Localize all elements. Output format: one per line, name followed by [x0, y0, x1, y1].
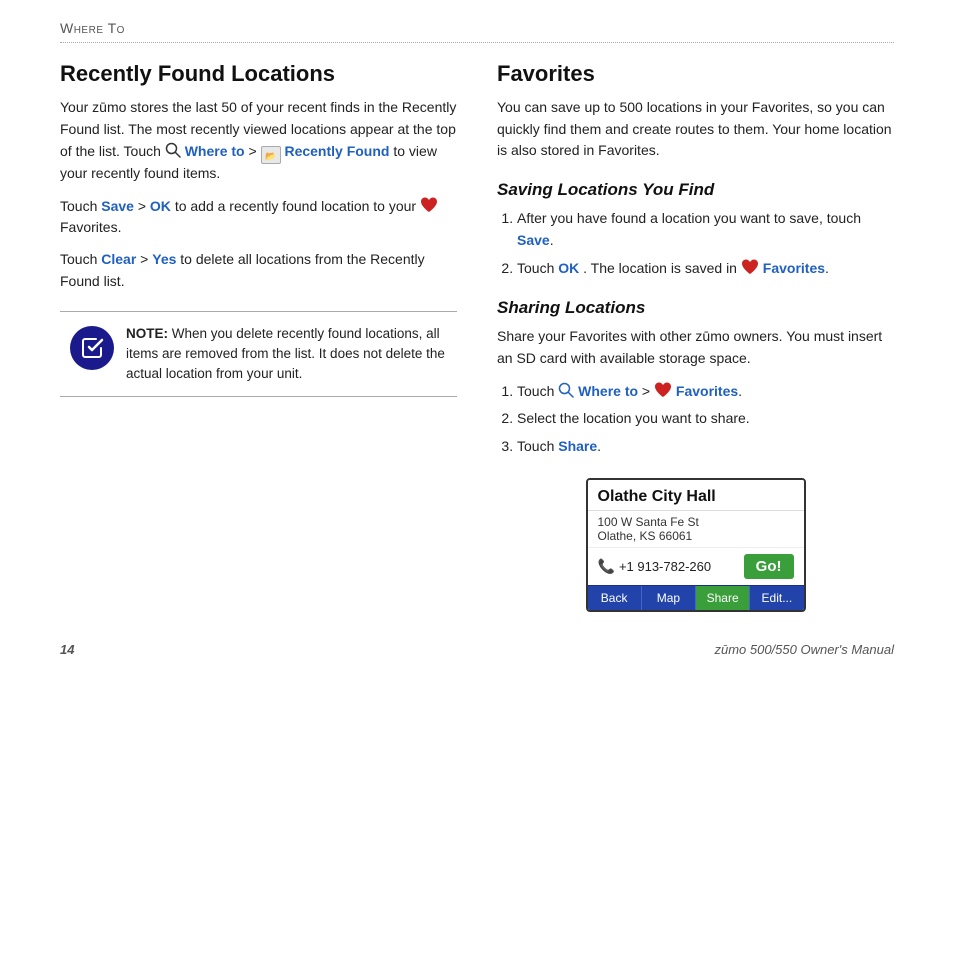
device-phone: 📞 +1 913-782-260 [598, 558, 712, 575]
left-column: Recently Found Locations Your zūmo store… [60, 61, 457, 612]
sharing-para: Share your Favorites with other zūmo own… [497, 326, 894, 369]
clear-link[interactable]: Clear [101, 251, 136, 267]
page-header: Where To [60, 20, 894, 43]
footer-manual-name: zūmo 500/550 Owner's Manual [714, 642, 894, 657]
sharing-step-3: Touch Share. [517, 436, 894, 458]
share-link[interactable]: Share [558, 438, 597, 454]
recently-found-title: Recently Found Locations [60, 61, 457, 87]
saving-step-2: Touch OK . The location is saved in Favo… [517, 257, 894, 280]
page: Where To Recently Found Locations Your z… [0, 0, 954, 954]
page-footer: 14 zūmo 500/550 Owner's Manual [60, 642, 894, 657]
header-label: Where To [60, 20, 125, 36]
sharing-step-2: Select the location you want to share. [517, 408, 894, 430]
device-address-line2: Olathe, KS 66061 [598, 529, 794, 543]
save-link-2[interactable]: Save [517, 232, 550, 248]
sharing-list: Touch Where to > F [497, 380, 894, 458]
device-title-bar: Olathe City Hall [588, 480, 804, 511]
favorites-para: You can save up to 500 locations in your… [497, 97, 894, 162]
two-column-layout: Recently Found Locations Your zūmo store… [60, 61, 894, 612]
recently-found-link[interactable]: Recently Found [284, 143, 389, 159]
device-share-button[interactable]: Share [696, 586, 750, 610]
device-address: 100 W Santa Fe St Olathe, KS 66061 [588, 511, 804, 547]
heart-icon-3 [654, 382, 672, 398]
note-text: NOTE: When you delete recently found loc… [126, 324, 445, 385]
magnifier-icon [165, 142, 181, 158]
ok-link-2[interactable]: OK [558, 260, 579, 276]
saving-step-1: After you have found a location you want… [517, 208, 894, 251]
magnifier-icon-2 [558, 382, 574, 398]
device-phone-row: 📞 +1 913-782-260 Go! [588, 547, 804, 585]
ok-link-1[interactable]: OK [150, 198, 171, 214]
where-to-link-2[interactable]: Where to [578, 383, 638, 399]
device-back-button[interactable]: Back [588, 586, 642, 610]
paragraph-1: Your zūmo stores the last 50 of your rec… [60, 97, 457, 185]
device-screenshot: Olathe City Hall 100 W Santa Fe St Olath… [586, 478, 806, 612]
paragraph-2: Touch Save > OK to add a recently found … [60, 195, 457, 239]
favorites-link[interactable]: Favorites [763, 260, 825, 276]
recently-found-icon: 📂 [261, 146, 281, 164]
device-address-line1: 100 W Santa Fe St [598, 515, 794, 529]
device-city-name: Olathe City Hall [598, 488, 794, 506]
device-map-button[interactable]: Map [642, 586, 696, 610]
go-button[interactable]: Go! [744, 554, 794, 579]
note-label: NOTE: [126, 326, 168, 341]
save-link-1[interactable]: Save [101, 198, 134, 214]
footer-page-number: 14 [60, 642, 74, 657]
note-icon [70, 326, 114, 370]
device-nav-bar: Back Map Share Edit... [588, 585, 804, 610]
yes-link[interactable]: Yes [152, 251, 176, 267]
device-phone-number: +1 913-782-260 [619, 559, 711, 574]
phone-icon: 📞 [598, 558, 615, 575]
right-column: Favorites You can save up to 500 locatio… [497, 61, 894, 612]
sharing-title: Sharing Locations [497, 298, 894, 318]
where-to-link-1[interactable]: Where to [185, 143, 245, 159]
sharing-step-1: Touch Where to > F [517, 380, 894, 403]
heart-icon-1 [420, 197, 438, 213]
heart-icon-2 [741, 259, 759, 275]
paragraph-3: Touch Clear > Yes to delete all location… [60, 249, 457, 292]
saving-title: Saving Locations You Find [497, 180, 894, 200]
device-edit-button[interactable]: Edit... [750, 586, 803, 610]
note-box: NOTE: When you delete recently found loc… [60, 311, 457, 398]
favorites-link-2[interactable]: Favorites [676, 383, 738, 399]
favorites-title: Favorites [497, 61, 894, 87]
saving-list: After you have found a location you want… [497, 208, 894, 280]
